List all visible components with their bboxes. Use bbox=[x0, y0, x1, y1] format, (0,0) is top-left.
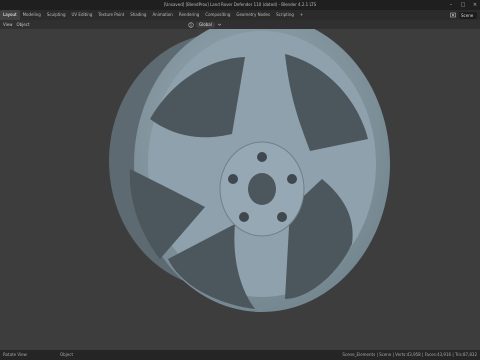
3d-viewport[interactable] bbox=[0, 16, 480, 350]
add-workspace-button[interactable]: + bbox=[297, 10, 306, 20]
orientation-icon bbox=[188, 21, 194, 28]
menu-view[interactable]: View bbox=[3, 22, 13, 27]
status-hint-left: Rotate View bbox=[3, 352, 27, 357]
wheel-rim bbox=[109, 16, 390, 312]
scene-name-field[interactable]: Scene bbox=[459, 11, 477, 19]
status-bar: Rotate View Object Scene_Elements | Scen… bbox=[0, 350, 480, 360]
tab-animation[interactable]: Animation bbox=[149, 10, 175, 20]
close-button[interactable]: × bbox=[472, 0, 478, 10]
scene-statistics: Scene_Elements | Scene | Verts:43,958 | … bbox=[342, 352, 477, 357]
tab-compositing[interactable]: Compositing bbox=[202, 10, 233, 20]
window-title-bar: [Unsaved] [BlendProx] Land Rover Defende… bbox=[0, 0, 480, 10]
minimize-button[interactable]: – bbox=[448, 0, 454, 10]
maximize-button[interactable]: □ bbox=[460, 0, 466, 10]
tab-geometry-nodes[interactable]: Geometry Nodes bbox=[233, 10, 273, 20]
tab-layout[interactable]: Layout bbox=[0, 10, 20, 20]
viewport-header: View Object bbox=[0, 20, 480, 29]
transform-orientation: Global bbox=[188, 20, 222, 29]
lug-hole bbox=[239, 212, 249, 222]
tab-texture-paint[interactable]: Texture Paint bbox=[95, 10, 127, 20]
window-controls: – □ × bbox=[448, 0, 478, 10]
tab-uv-editing[interactable]: UV Editing bbox=[69, 10, 96, 20]
scene-selector: Scene bbox=[450, 11, 480, 19]
tab-shading[interactable]: Shading bbox=[127, 10, 149, 20]
window-title: [Unsaved] [BlendProx] Land Rover Defende… bbox=[163, 2, 317, 7]
status-hint-mid: Object bbox=[60, 352, 74, 357]
orientation-dropdown[interactable]: Global bbox=[196, 21, 215, 28]
tab-sculpting[interactable]: Sculpting bbox=[44, 10, 69, 20]
workspace-tab-bar: Layout Modeling Sculpting UV Editing Tex… bbox=[0, 10, 480, 20]
lug-hole bbox=[287, 174, 297, 184]
menu-object[interactable]: Object bbox=[17, 22, 30, 27]
scene-icon bbox=[450, 12, 456, 18]
lug-hole bbox=[277, 212, 287, 222]
chevron-down-icon bbox=[217, 23, 221, 26]
center-bore bbox=[248, 173, 276, 205]
wheel-model bbox=[109, 16, 390, 312]
tab-modeling[interactable]: Modeling bbox=[20, 10, 44, 20]
tab-scripting[interactable]: Scripting bbox=[273, 10, 297, 20]
lug-hole bbox=[228, 174, 238, 184]
lug-hole bbox=[257, 152, 267, 162]
tab-rendering[interactable]: Rendering bbox=[176, 10, 202, 20]
